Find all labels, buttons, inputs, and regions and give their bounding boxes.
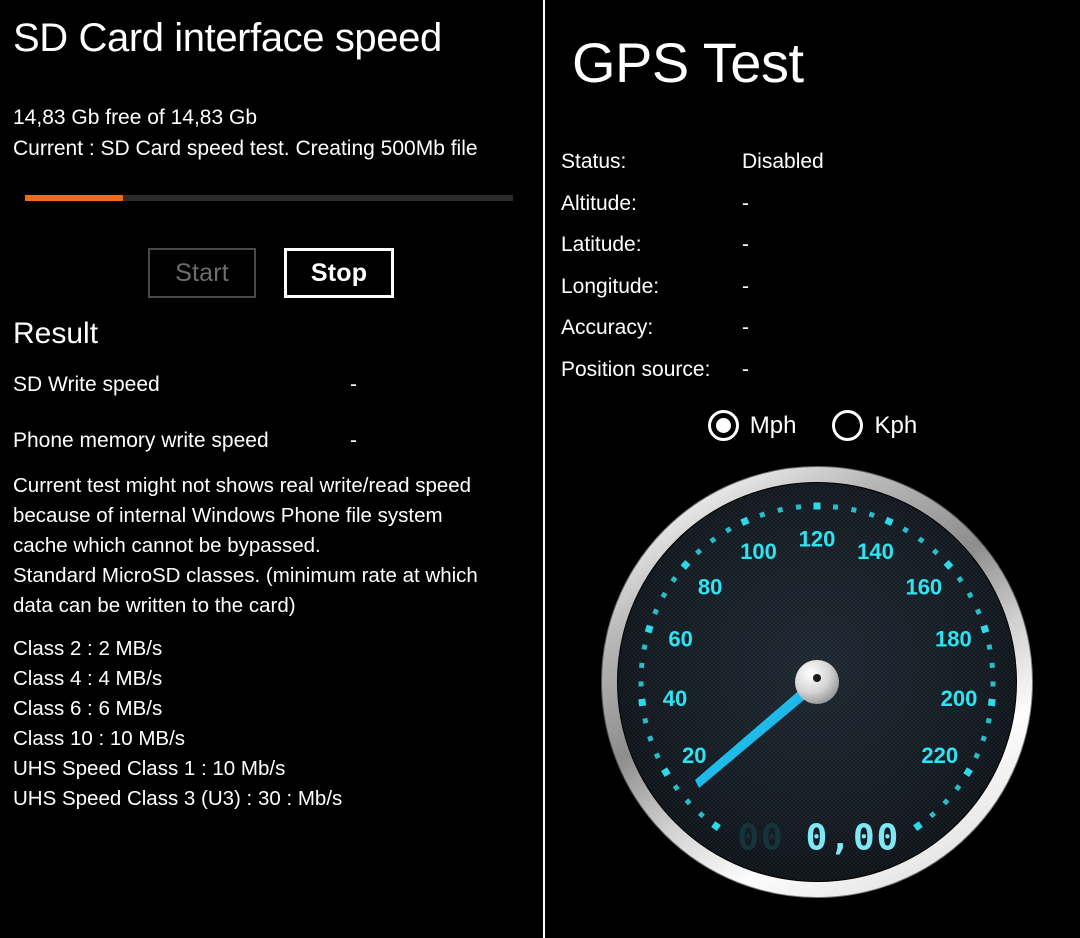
gauge-tick <box>639 662 645 669</box>
gauge-tick-label: 120 <box>799 527 836 552</box>
result-row-sd-write-speed: SD Write speed - <box>13 373 523 397</box>
result-value: - <box>350 373 357 396</box>
gps-value: - <box>742 191 749 215</box>
speedometer-svg: 20 40 60 80 100 120 140 160 180 200 220 00 0,00 <box>601 466 1033 898</box>
stop-button[interactable]: Stop <box>284 248 394 298</box>
gps-row-accuracy: Accuracy: - <box>561 316 1061 358</box>
gauge-tick-label: 220 <box>921 743 958 768</box>
radio-option-mph[interactable]: Mph <box>707 410 797 441</box>
digital-readout-dim: 00 <box>737 818 784 859</box>
result-label: Phone memory write speed <box>13 429 269 452</box>
gauge-hub-center <box>813 674 821 682</box>
gauge-tick-label: 200 <box>941 686 978 711</box>
radio-option-kph[interactable]: Kph <box>832 410 917 441</box>
microsd-class-list: Class 2 : 2 MB/s Class 4 : 4 MB/s Class … <box>13 634 342 814</box>
gps-value: - <box>742 357 749 381</box>
radio-mph-icon[interactable] <box>707 410 739 441</box>
gauge-tick-label: 60 <box>668 626 692 651</box>
gps-label: Altitude: <box>561 191 637 215</box>
result-label: SD Write speed <box>13 373 160 396</box>
start-button[interactable]: Start <box>148 248 256 298</box>
note-line: cache which cannot be bypassed. <box>13 534 321 557</box>
note-line: because of internal Windows Phone file s… <box>13 504 443 527</box>
gauge-tick <box>986 644 993 650</box>
test-controls: Start Stop <box>148 248 394 298</box>
gps-label: Latitude: <box>561 233 642 256</box>
gauge-tick-label: 140 <box>857 539 894 564</box>
gps-status-list: Status: Disabled Altitude: - Latitude: -… <box>561 150 1061 399</box>
sd-card-panel: SD Card interface speed 14,83 Gb free of… <box>0 0 543 938</box>
list-item: Class 2 : 2 MB/s <box>13 637 163 660</box>
gps-label: Status: <box>561 150 627 173</box>
gps-label: Longitude: <box>561 274 660 298</box>
radio-kph-icon[interactable] <box>832 410 864 441</box>
note-line: data can be written to the card) <box>13 594 296 617</box>
result-row-phone-memory-write-speed: Phone memory write speed - <box>13 429 523 453</box>
radio-mph-label: Mph <box>749 411 797 439</box>
list-item: Class 6 : 6 MB/s <box>13 697 163 720</box>
note-line: Standard MicroSD classes. (minimum rate … <box>13 564 478 587</box>
gps-row-latitude: Latitude: - <box>561 233 1061 275</box>
gps-row-longitude: Longitude: - <box>561 275 1061 317</box>
gauge-tick-label: 40 <box>663 686 687 711</box>
gauge-tick <box>638 681 644 687</box>
list-item: UHS Speed Class 1 : 10 Mb/s <box>13 757 286 780</box>
gps-value: - <box>742 274 749 298</box>
current-status-text: Current : SD Card speed test. Creating 5… <box>13 137 478 160</box>
gps-test-panel: GPS Test Status: Disabled Altitude: - La… <box>545 0 1080 938</box>
gauge-tick-label: 20 <box>682 743 706 768</box>
gps-row-position-source: Position source: - <box>561 358 1061 400</box>
gauge-tick <box>832 504 839 510</box>
gauge-tick-label: 100 <box>740 539 777 564</box>
gauge-tick <box>777 506 784 513</box>
gps-value: - <box>742 233 749 256</box>
gauge-tick <box>850 506 857 513</box>
result-heading: Result <box>13 317 99 350</box>
gauge-tick <box>987 698 996 707</box>
gps-label: Accuracy: <box>561 316 654 339</box>
gps-row-status: Status: Disabled <box>561 150 1061 192</box>
gauge-tick <box>990 681 996 687</box>
progress-bar <box>25 195 513 201</box>
gps-row-altitude: Altitude: - <box>561 192 1061 234</box>
gauge-tick-label: 180 <box>935 626 972 651</box>
unit-selector: Mph Kph <box>545 410 1080 441</box>
gps-label: Position source: <box>561 357 711 381</box>
radio-kph-label: Kph <box>874 411 918 439</box>
list-item: Class 4 : 4 MB/s <box>13 667 163 690</box>
page-title: SD Card interface speed <box>13 16 442 60</box>
gps-value: - <box>742 316 749 339</box>
storage-info-text: 14,83 Gb free of 14,83 Gb <box>13 106 258 129</box>
progress-bar-fill <box>25 195 123 201</box>
gauge-tick-label: 80 <box>698 574 722 599</box>
gauge-tick <box>813 502 821 510</box>
gauge-tick <box>638 698 647 707</box>
note-line: Current test might not shows real write/… <box>13 474 472 497</box>
note-text: Current test might not shows real write/… <box>13 471 527 621</box>
list-item: UHS Speed Class 3 (U3) : 30 : Mb/s <box>13 787 343 810</box>
page-title: GPS Test <box>572 31 804 94</box>
digital-readout-value: 0,00 <box>806 818 901 859</box>
gauge-tick <box>641 644 648 650</box>
result-value: - <box>350 429 357 452</box>
gauge-tick <box>989 662 995 669</box>
speedometer-gauge: 20 40 60 80 100 120 140 160 180 200 220 00 0,00 <box>601 466 1033 898</box>
status-badge: Disabled <box>742 150 824 173</box>
gauge-tick <box>795 504 802 510</box>
gauge-tick-label: 160 <box>905 574 942 599</box>
list-item: Class 10 : 10 MB/s <box>13 727 186 750</box>
